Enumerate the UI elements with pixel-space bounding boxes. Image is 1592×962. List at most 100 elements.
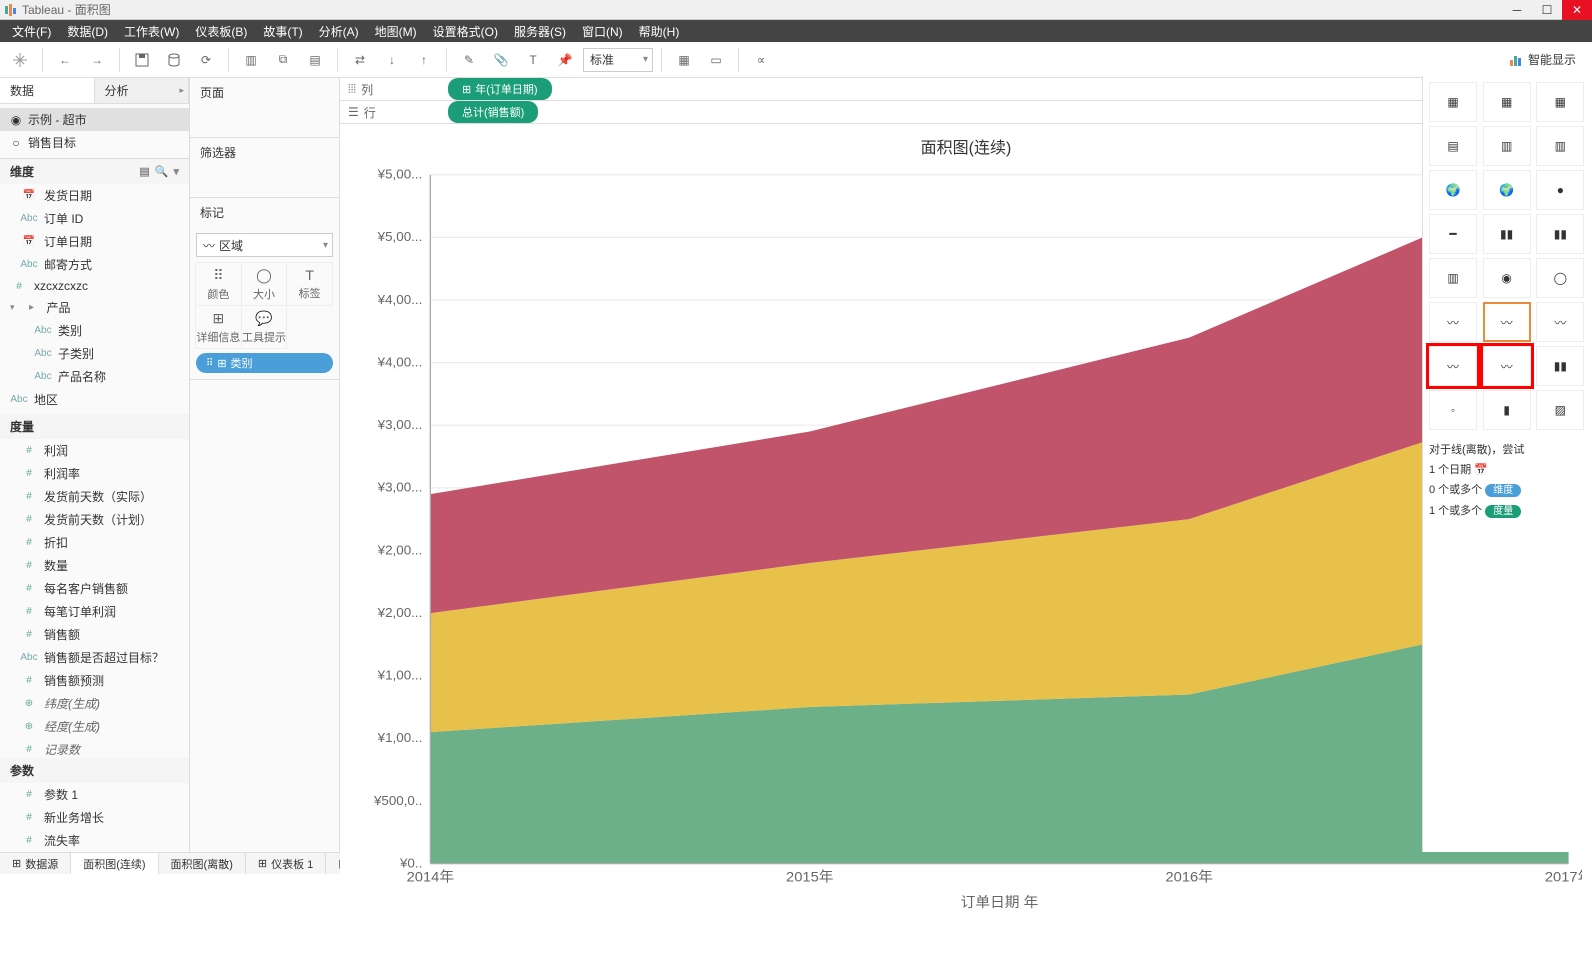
field-item[interactable]: 📅发货日期 [0,184,189,207]
showme-chart-type[interactable]: ▥ [1429,258,1477,298]
detail-button[interactable]: ⊞详细信息 [195,305,242,349]
menu-data[interactable]: 数据(D) [59,23,116,40]
sheet-tab[interactable]: 面积图(连续) [71,853,158,874]
showme-chart-type[interactable]: ▦ [1483,82,1531,122]
search-icon[interactable]: 🔍 [155,165,169,178]
showme-chart-type[interactable]: ▥ [1536,126,1584,166]
undo-button[interactable]: ← [51,46,79,74]
size-button[interactable]: ◯大小 [241,262,288,306]
new-datasource-button[interactable] [160,46,188,74]
menu-icon[interactable]: ▾ [173,165,179,178]
sheet-tab[interactable]: 面积图(离散) [159,853,246,874]
pause-auto-updates-button[interactable]: ⟳ [192,46,220,74]
clear-button[interactable]: ▤ [301,46,329,74]
field-item[interactable]: #数量 [0,554,189,577]
showme-chart-type[interactable]: 〰 [1536,302,1584,342]
field-item[interactable]: Abc类别 [0,319,189,342]
showme-chart-type[interactable]: ◉ [1483,258,1531,298]
show-cards-button[interactable]: ▦ [670,46,698,74]
fit-dropdown[interactable]: 标准 [583,48,653,72]
menu-window[interactable]: 窗口(N) [574,23,631,40]
showme-chart-type[interactable]: ▮ [1483,390,1531,430]
field-item[interactable]: #销售额预测 [0,669,189,692]
field-item[interactable]: #流失率 [0,829,189,852]
field-item[interactable]: #每笔订单利润 [0,600,189,623]
showme-chart-type[interactable]: 〰 [1429,302,1477,342]
showme-chart-type[interactable]: ▮▮ [1536,214,1584,254]
datasource-tab[interactable]: ⊞ 数据源 [0,853,71,874]
field-item[interactable]: #xzcxzcxzc [0,276,189,296]
datasource-item[interactable]: ◉ 示例 - 超市 [0,108,189,131]
share-button[interactable]: ∝ [747,46,775,74]
duplicate-button[interactable]: ⧉ [269,46,297,74]
menu-format[interactable]: 设置格式(O) [425,23,506,40]
color-button[interactable]: ⠿颜色 [195,262,242,306]
showme-chart-type[interactable]: ◦ [1429,390,1477,430]
pages-shelf[interactable]: 页面 [190,78,339,107]
new-worksheet-button[interactable]: ▥ [237,46,265,74]
presentation-button[interactable]: ▭ [702,46,730,74]
showme-chart-type[interactable]: ▦ [1536,82,1584,122]
mark-type-dropdown[interactable]: 〰区域 [196,233,333,257]
field-item[interactable]: Abc邮寄方式 [0,253,189,276]
maximize-button[interactable]: ☐ [1532,0,1562,20]
tab-data[interactable]: 数据 [0,78,95,103]
field-item[interactable]: #利润 [0,439,189,462]
highlight-button[interactable]: ✎ [455,46,483,74]
showme-chart-type[interactable]: ▤ [1429,126,1477,166]
field-item[interactable]: #销售额 [0,623,189,646]
field-item[interactable]: #折扣 [0,531,189,554]
datasource-item[interactable]: ○ 销售目标 [0,131,189,154]
showme-chart-type[interactable]: ━ [1429,214,1477,254]
rows-pill[interactable]: 总计(销售额) [448,101,538,123]
close-button[interactable]: ✕ [1562,0,1592,20]
filters-shelf[interactable]: 筛选器 [190,138,339,167]
menu-file[interactable]: 文件(F) [4,23,59,40]
field-item[interactable]: #发货前天数（实际） [0,485,189,508]
field-item[interactable]: #发货前天数（计划） [0,508,189,531]
sort-asc-button[interactable]: ↓ [378,46,406,74]
redo-button[interactable]: → [83,46,111,74]
showme-chart-type[interactable]: ▥ [1483,126,1531,166]
minimize-button[interactable]: ─ [1502,0,1532,20]
showme-button[interactable]: 智能显示 [1528,51,1576,68]
field-item[interactable]: ⊕经度(生成) [0,715,189,738]
showme-chart-type[interactable]: ▮▮ [1536,346,1584,386]
area-chart[interactable]: ¥0..¥500,0..¥1,00...¥1,00...¥2,00...¥2,0… [350,162,1582,915]
pin-button[interactable]: 📌 [551,46,579,74]
field-item[interactable]: 📅订单日期 [0,230,189,253]
field-item[interactable]: ⊕纬度(生成) [0,692,189,715]
chart-title[interactable]: 面积图(连续) [350,134,1582,158]
sheet-tab[interactable]: ⊞仪表板 1 [246,853,326,874]
menu-map[interactable]: 地图(M) [367,23,425,40]
showme-chart-type[interactable]: 〰 [1483,302,1531,342]
menu-server[interactable]: 服务器(S) [506,23,574,40]
group-button[interactable]: 📎 [487,46,515,74]
showme-chart-type[interactable]: 🌍 [1429,170,1477,210]
swap-button[interactable]: ⇄ [346,46,374,74]
field-item[interactable]: Abc子类别 [0,342,189,365]
field-item[interactable]: Abc销售额是否超过目标？ [0,646,189,669]
menu-worksheet[interactable]: 工作表(W) [116,23,187,40]
menu-dashboard[interactable]: 仪表板(B) [187,23,255,40]
showme-chart-type[interactable]: ▦ [1429,82,1477,122]
field-item[interactable]: #记录数 [0,738,189,758]
menu-story[interactable]: 故事(T) [255,23,310,40]
sort-desc-button[interactable]: ↑ [410,46,438,74]
field-item[interactable]: Abc地区 [0,388,189,411]
field-item[interactable]: #每名客户销售额 [0,577,189,600]
showme-chart-type[interactable]: ◯ [1536,258,1584,298]
text-button[interactable]: T [519,46,547,74]
field-item[interactable]: Abc订单 ID [0,207,189,230]
showme-chart-type[interactable]: ▮▮ [1483,214,1531,254]
showme-chart-type[interactable]: ● [1536,170,1584,210]
showme-chart-type[interactable]: 〰 [1429,346,1477,386]
tab-analytics[interactable]: 分析▸ [95,78,190,103]
field-item[interactable]: #新业务增长 [0,806,189,829]
save-button[interactable] [128,46,156,74]
showme-chart-type[interactable]: 〰 [1483,346,1531,386]
view-icon[interactable]: ▤ [139,165,149,178]
menu-help[interactable]: 帮助(H) [631,23,688,40]
menu-analysis[interactable]: 分析(A) [311,23,367,40]
columns-pill[interactable]: ⊞年(订单日期) [448,78,552,100]
